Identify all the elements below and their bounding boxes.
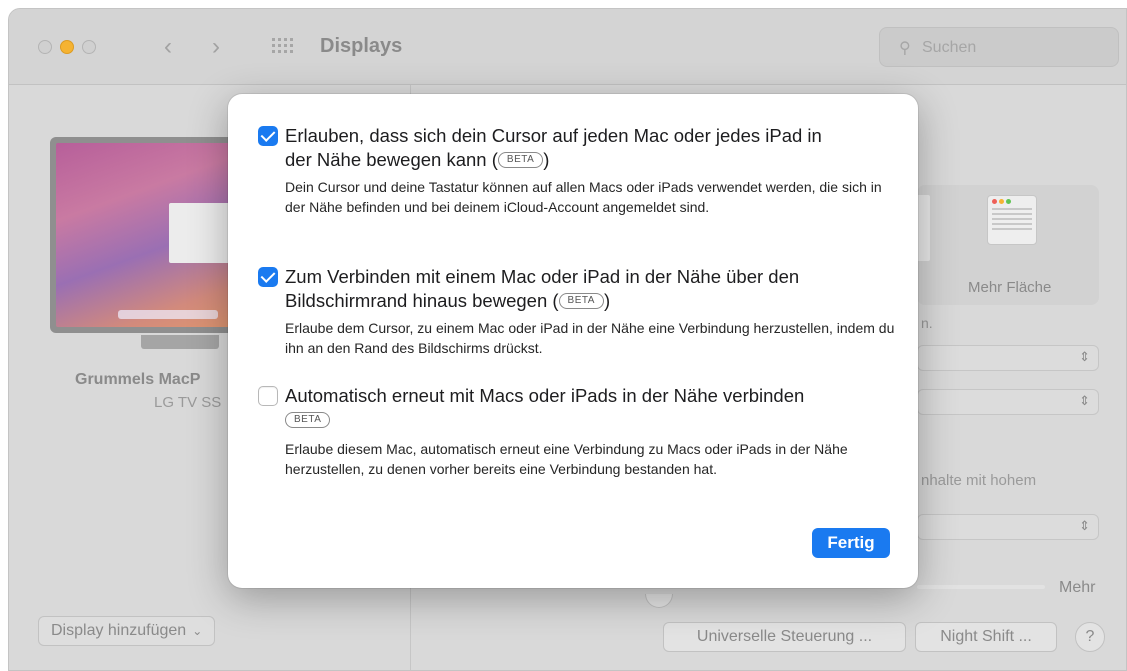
- window-title: Displays: [320, 35, 403, 57]
- resolution-note-fragment: n.: [921, 315, 933, 331]
- updown-chevron-icon: ⇕: [1079, 393, 1090, 408]
- close-window-button[interactable]: [38, 40, 52, 54]
- beta-badge: BETA: [285, 412, 331, 428]
- search-placeholder: Suchen: [922, 39, 977, 56]
- thumb-label: Mehr Fläche: [968, 279, 1052, 296]
- help-button[interactable]: ?: [1075, 622, 1105, 652]
- option-title: Erlauben, dass sich dein Cursor auf jede…: [285, 125, 822, 170]
- option-description: Erlaube diesem Mac, automatisch erneut e…: [285, 441, 848, 477]
- checkbox-push-through-edge[interactable]: [258, 267, 278, 287]
- hdr-option-fragment: nhalte mit hohem: [921, 472, 1037, 489]
- option-title: Automatisch erneut mit Macs oder iPads i…: [285, 384, 885, 432]
- popup-button-1[interactable]: ⇕: [917, 345, 1099, 371]
- toolbar: ‹ › Displays ⚲ Suchen: [9, 9, 1126, 85]
- chevron-down-icon: ⌄: [192, 624, 203, 638]
- checkbox-cursor-keyboard[interactable]: [258, 126, 278, 146]
- universal-control-button[interactable]: Universelle Steuerung ...: [663, 622, 906, 652]
- beta-badge: BETA: [558, 293, 604, 309]
- slider-knob[interactable]: [645, 594, 673, 608]
- add-display-label: Display hinzufügen: [51, 622, 187, 639]
- option-description: Erlaube dem Cursor, zu einem Mac oder iP…: [285, 320, 895, 356]
- minimize-window-button[interactable]: [60, 40, 74, 54]
- resolution-thumb-more-space[interactable]: [987, 195, 1037, 245]
- add-display-popup[interactable]: Display hinzufügen ⌄: [38, 616, 216, 646]
- option-auto-reconnect: Automatisch erneut mit Macs oder iPads i…: [258, 384, 898, 504]
- display-model: LG TV SS: [154, 394, 222, 411]
- back-chevron-icon[interactable]: ‹: [164, 33, 172, 61]
- popup-button-3[interactable]: ⇕: [917, 514, 1099, 540]
- slider-max-label: Mehr: [1059, 579, 1096, 596]
- updown-chevron-icon: ⇕: [1079, 518, 1090, 533]
- option-push-through-edge: Zum Verbinden mit einem Mac oder iPad in…: [258, 265, 898, 365]
- checkbox-auto-reconnect[interactable]: [258, 386, 278, 406]
- option-cursor-keyboard: Erlauben, dass sich dein Cursor auf jede…: [258, 124, 898, 244]
- universal-control-sheet: Erlauben, dass sich dein Cursor auf jede…: [228, 94, 918, 588]
- search-field[interactable]: ⚲ Suchen: [879, 27, 1119, 67]
- monitor-stand: [141, 335, 219, 349]
- resolution-thumb-partial[interactable]: [916, 195, 930, 261]
- search-icon: ⚲: [899, 40, 911, 57]
- option-title: Zum Verbinden mit einem Mac oder iPad in…: [285, 266, 800, 311]
- updown-chevron-icon: ⇕: [1079, 349, 1090, 364]
- popup-button-2[interactable]: ⇕: [917, 389, 1099, 415]
- slider-track[interactable]: [917, 585, 1045, 589]
- display-name: Grummels MacP: [75, 371, 201, 388]
- option-description: Dein Cursor und deine Tastatur können au…: [285, 179, 882, 215]
- zoom-window-button[interactable]: [82, 40, 96, 54]
- show-all-grid-icon[interactable]: [272, 38, 294, 56]
- beta-badge: BETA: [497, 152, 544, 168]
- night-shift-button[interactable]: Night Shift ...: [915, 622, 1057, 652]
- preview-dock: [118, 310, 218, 319]
- window-dots-icon: [992, 199, 1011, 204]
- done-button[interactable]: Fertig: [812, 528, 890, 558]
- forward-chevron-icon[interactable]: ›: [212, 33, 220, 61]
